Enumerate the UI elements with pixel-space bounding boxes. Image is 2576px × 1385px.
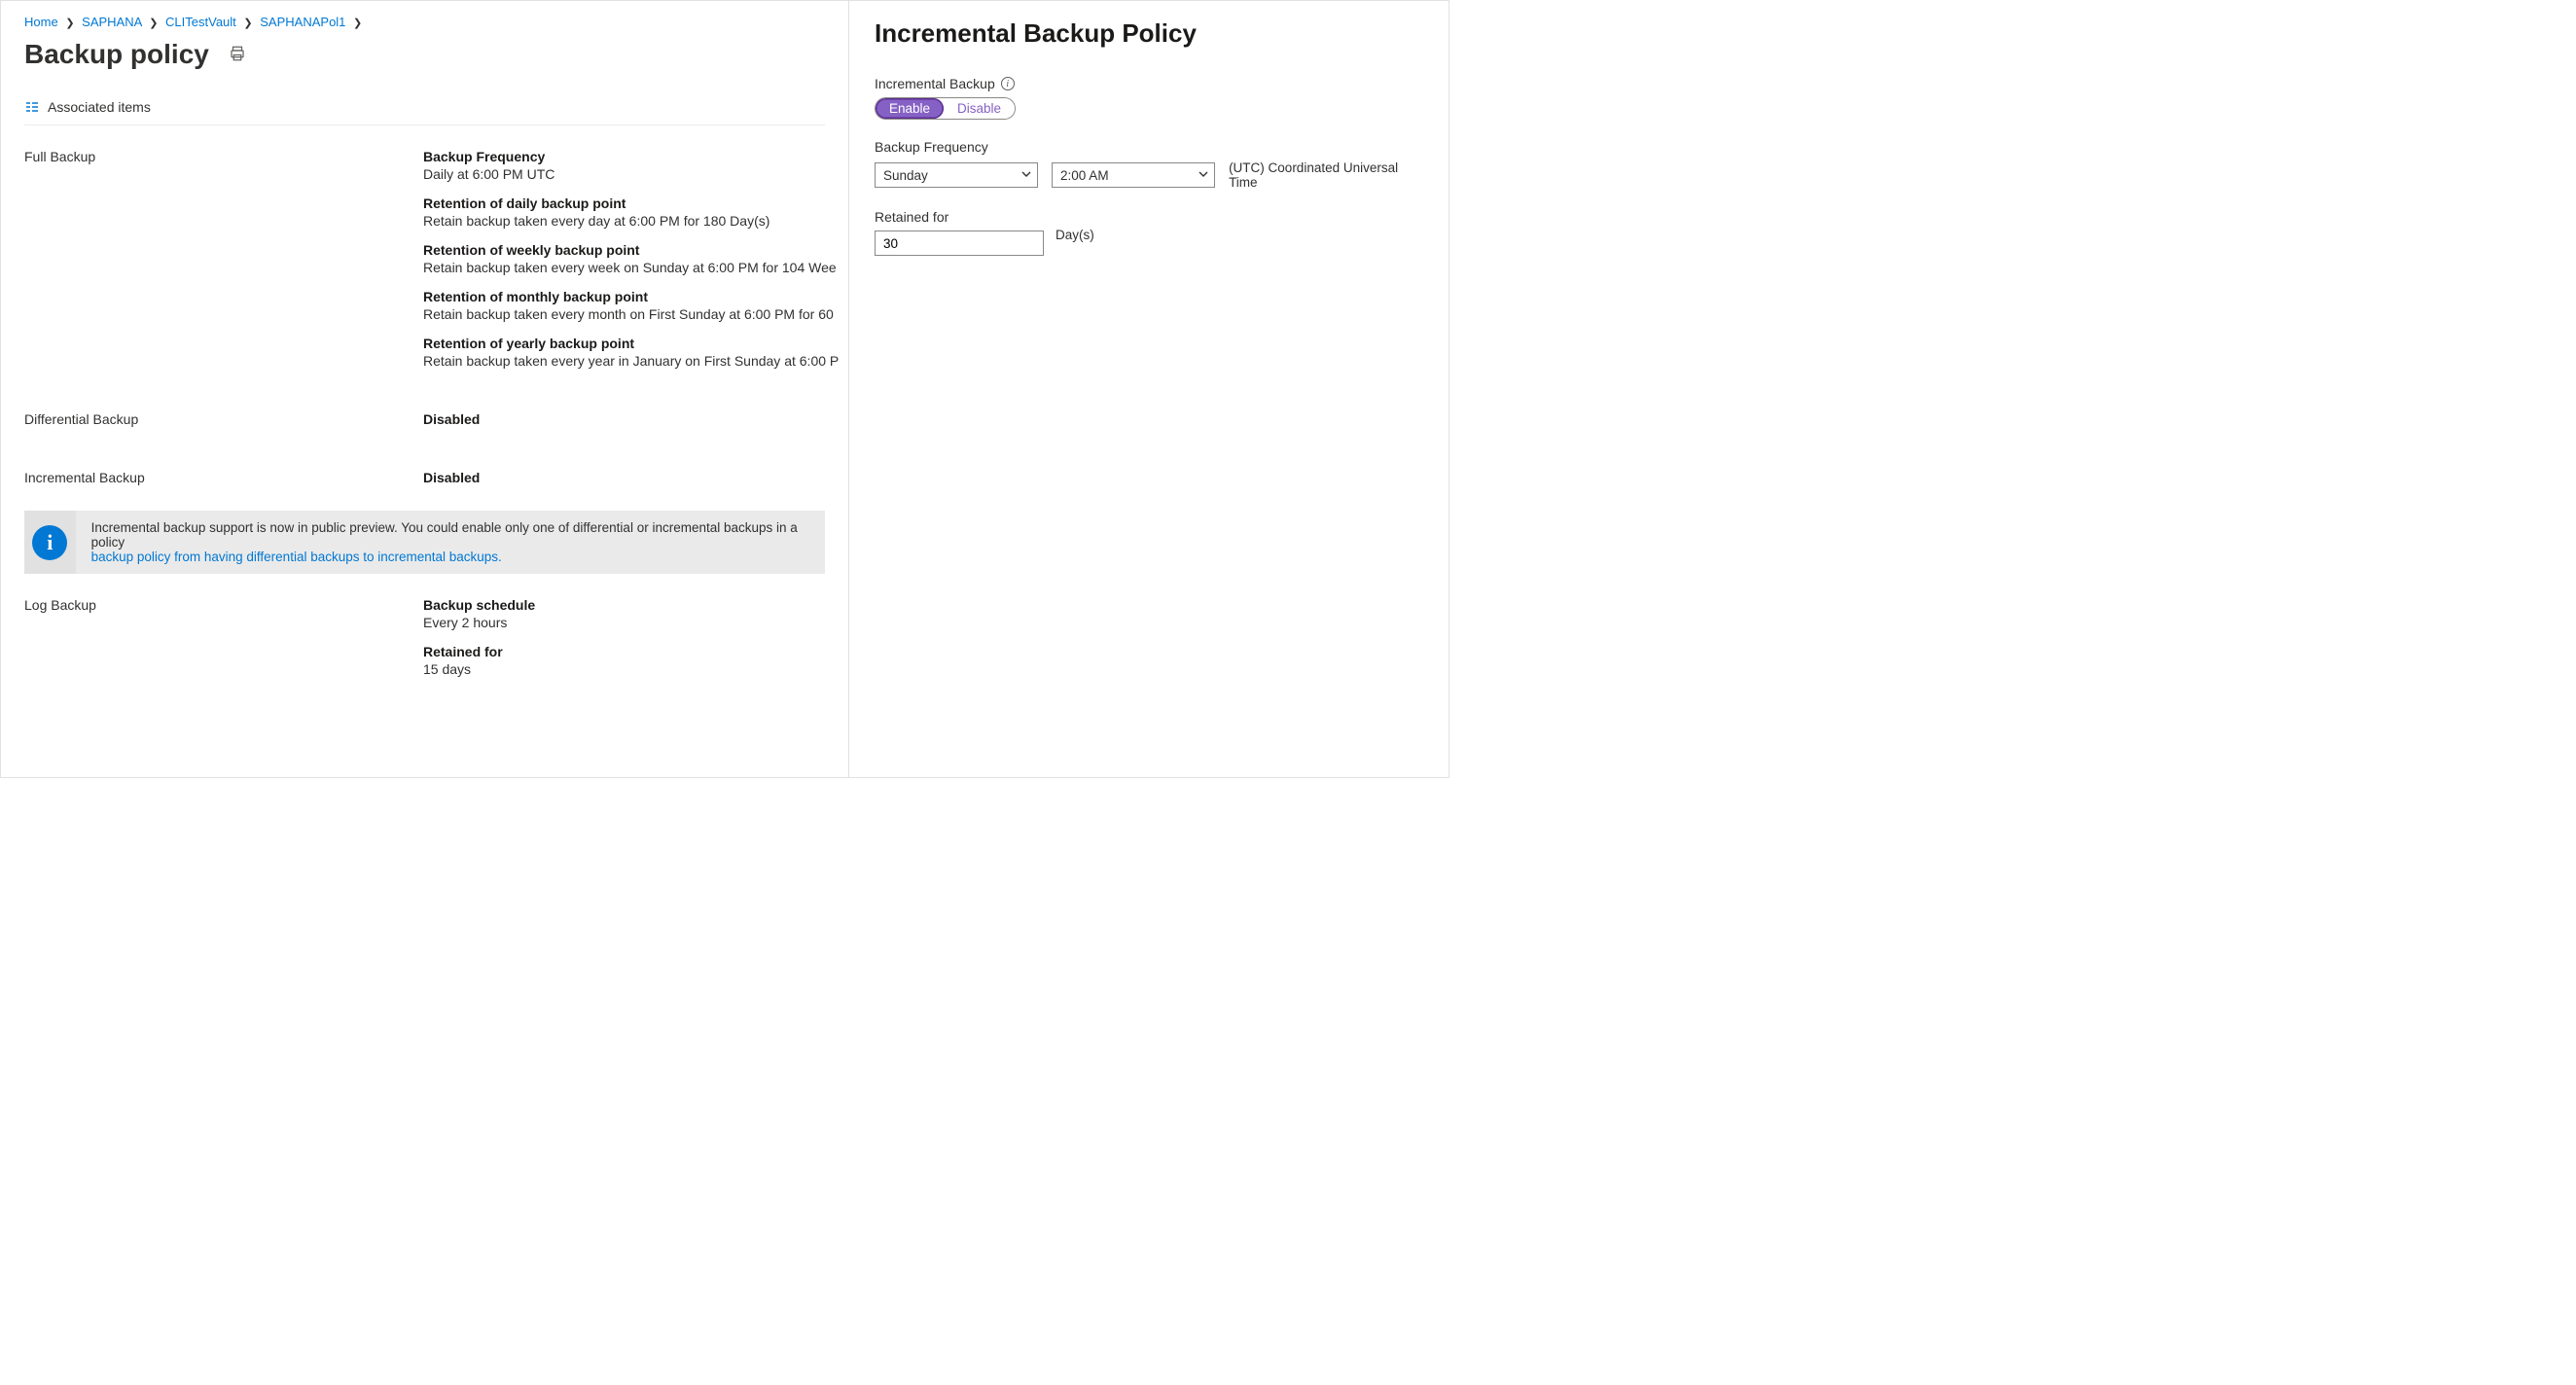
incremental-label: Incremental Backup [24, 470, 423, 485]
incremental-body: Disabled [423, 470, 839, 507]
log-schedule-label: Backup schedule [423, 597, 825, 613]
enable-disable-toggle[interactable]: Enable Disable [875, 97, 1016, 120]
retention-yearly-label: Retention of yearly backup point [423, 336, 839, 351]
chevron-right-icon: ❯ [239, 18, 256, 29]
backup-freq-value: Daily at 6:00 PM UTC [423, 166, 839, 182]
differential-label: Differential Backup [24, 411, 423, 427]
time-select-input[interactable] [1052, 162, 1215, 188]
retention-monthly-label: Retention of monthly backup point [423, 289, 839, 304]
info-banner: i Incremental backup support is now in p… [24, 511, 825, 574]
time-select[interactable] [1052, 162, 1215, 188]
backup-freq-label: Backup Frequency [423, 149, 839, 164]
retained-unit: Day(s) [1055, 228, 1094, 242]
retention-monthly-value: Retain backup taken every month on First… [423, 306, 839, 322]
info-icon: i [32, 525, 67, 560]
main-content: Home ❯ SAPHANA ❯ CLITestVault ❯ SAPHANAP… [1, 1, 848, 777]
full-backup-label: Full Backup [24, 149, 423, 164]
info-icon-box: i [24, 511, 76, 574]
retention-weekly-label: Retention of weekly backup point [423, 242, 839, 258]
print-icon[interactable] [229, 45, 246, 65]
chevron-right-icon: ❯ [145, 18, 161, 29]
breadcrumb-home[interactable]: Home [24, 15, 58, 29]
chevron-right-icon: ❯ [349, 18, 366, 29]
log-retained-label: Retained for [423, 644, 825, 659]
chevron-right-icon: ❯ [61, 18, 78, 29]
banner-link[interactable]: backup policy from having differential b… [91, 550, 502, 564]
list-icon [24, 99, 40, 115]
retention-weekly-value: Retain backup taken every week on Sunday… [423, 260, 839, 275]
associated-items-button[interactable]: Associated items [48, 99, 151, 115]
full-backup-body: Backup Frequency Daily at 6:00 PM UTC Re… [423, 149, 839, 406]
retention-daily-value: Retain backup taken every day at 6:00 PM… [423, 213, 839, 229]
breadcrumb-policy[interactable]: SAPHANAPol1 [260, 15, 345, 29]
breadcrumb-vault[interactable]: CLITestVault [165, 15, 236, 29]
toggle-enable[interactable]: Enable [876, 98, 944, 119]
day-select[interactable] [875, 162, 1038, 188]
banner-text-line: Incremental backup support is now in pub… [91, 520, 798, 550]
info-icon[interactable]: i [1001, 77, 1015, 90]
incremental-toggle-label: Incremental Backup i [875, 76, 1423, 91]
toggle-disable[interactable]: Disable [944, 98, 1015, 119]
log-backup-body: Backup schedule Every 2 hours Retained f… [423, 597, 825, 714]
incremental-status: Disabled [423, 470, 839, 485]
differential-body: Disabled [423, 411, 839, 464]
page-title: Backup policy [24, 39, 209, 70]
log-schedule-value: Every 2 hours [423, 615, 825, 630]
timezone-text: (UTC) Coordinated Universal Time [1229, 160, 1423, 190]
breadcrumb-saphana[interactable]: SAPHANA [82, 15, 141, 29]
differential-status: Disabled [423, 411, 839, 427]
breadcrumb: Home ❯ SAPHANA ❯ CLITestVault ❯ SAPHANAP… [24, 15, 825, 29]
day-select-input[interactable] [875, 162, 1038, 188]
retention-daily-label: Retention of daily backup point [423, 195, 839, 211]
log-backup-label: Log Backup [24, 597, 423, 613]
freq-label: Backup Frequency [875, 139, 1423, 155]
side-title: Incremental Backup Policy [875, 18, 1423, 49]
retention-yearly-value: Retain backup taken every year in Januar… [423, 353, 839, 369]
toolbar: Associated items [24, 89, 825, 125]
retained-input[interactable] [875, 231, 1044, 256]
banner-text: Incremental backup support is now in pub… [91, 511, 825, 574]
retained-label: Retained for [875, 209, 1423, 225]
side-blade: Incremental Backup Policy Incremental Ba… [848, 1, 1449, 777]
log-retained-value: 15 days [423, 661, 825, 677]
